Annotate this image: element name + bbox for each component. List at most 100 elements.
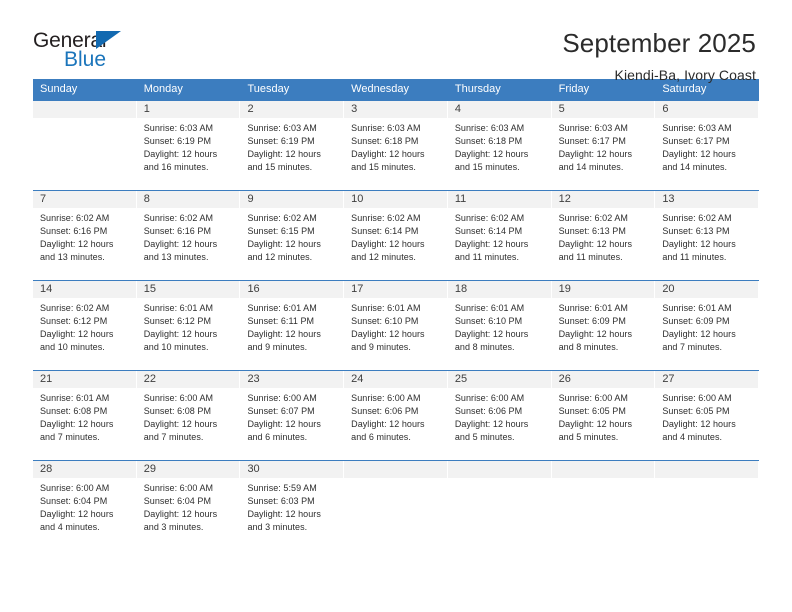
calendar-day-cell[interactable]: 27 Sunrise: 6:00 AM Sunset: 6:05 PM Dayligh… (655, 371, 760, 460)
day-number-band: 6 (655, 101, 759, 118)
calendar-day-cell[interactable]: 20 Sunrise: 6:01 AM Sunset: 6:09 PM Dayligh… (655, 281, 760, 370)
day-detail-line: Sunrise: 6:01 AM (454, 303, 525, 313)
calendar-day-cell[interactable]: 25 Sunrise: 6:00 AM Sunset: 6:06 PM Dayligh… (447, 371, 552, 460)
calendar-day-cell[interactable]: 2 Sunrise: 6:03 AM Sunset: 6:19 PM Daylight… (240, 101, 345, 190)
day-details: Sunrise: 6:01 AM Sunset: 6:09 PM Daylight:… (552, 298, 655, 354)
calendar-day-cell[interactable]: 10 Sunrise: 6:02 AM Sunset: 6:14 PM Dayligh… (344, 191, 448, 280)
calendar-day-cell[interactable]: 6 Sunrise: 6:03 AM Sunset: 6:17 PM Daylight… (655, 101, 760, 190)
calendar-day-cell[interactable]: 12 Sunrise: 6:02 AM Sunset: 6:13 PM Dayligh… (551, 191, 656, 280)
day-number-band: 15 (136, 281, 240, 298)
calendar-day-cell[interactable]: 24 Sunrise: 6:00 AM Sunset: 6:06 PM Dayligh… (344, 371, 448, 460)
calendar-day-cell[interactable]: 14 Sunrise: 6:02 AM Sunset: 6:12 PM Dayligh… (33, 281, 137, 370)
day-number: 24 (351, 373, 364, 385)
day-number-band: 8 (136, 191, 240, 208)
day-detail-line: Sunrise: 6:01 AM (40, 393, 110, 403)
day-number-band: 2 (240, 101, 344, 118)
day-detail-line: Sunset: 6:05 PM (662, 406, 730, 416)
day-detail-line: Sunrise: 6:02 AM (40, 303, 110, 313)
day-details (344, 478, 447, 482)
day-detail-line: and 9 minutes. (351, 342, 411, 352)
day-number: 23 (247, 373, 260, 385)
day-detail-line: and 8 minutes. (558, 342, 619, 352)
day-of-week-header: Sunday (40, 83, 78, 95)
calendar-day-cell[interactable]: 21 Sunrise: 6:01 AM Sunset: 6:08 PM Dayligh… (33, 371, 137, 460)
day-detail-line: Sunset: 6:14 PM (351, 226, 419, 236)
day-number: 15 (143, 283, 156, 295)
day-details: Sunrise: 6:00 AM Sunset: 6:06 PM Daylight:… (448, 388, 551, 444)
day-detail-line: Sunrise: 6:02 AM (662, 213, 732, 223)
day-number: 9 (247, 193, 254, 205)
calendar-day-cell[interactable]: 26 Sunrise: 6:00 AM Sunset: 6:05 PM Dayligh… (551, 371, 656, 460)
day-detail-line: Daylight: 12 hours (351, 329, 425, 339)
calendar-day-cell[interactable]: 11 Sunrise: 6:02 AM Sunset: 6:14 PM Dayligh… (447, 191, 552, 280)
day-number-band: 17 (344, 281, 447, 298)
calendar-day-cell[interactable]: 23 Sunrise: 6:00 AM Sunset: 6:07 PM Dayligh… (240, 371, 345, 460)
day-detail-line: Sunset: 6:16 PM (143, 226, 212, 236)
day-detail-line: and 16 minutes. (143, 162, 209, 172)
day-detail-line: Daylight: 12 hours (662, 149, 736, 159)
calendar-day-cell[interactable]: 4 Sunrise: 6:03 AM Sunset: 6:18 PM Daylight… (447, 101, 552, 190)
day-detail-line: Sunset: 6:15 PM (247, 226, 315, 236)
day-detail-line: Sunset: 6:09 PM (558, 316, 626, 326)
day-number: 19 (558, 283, 571, 295)
calendar-day-cell[interactable]: 17 Sunrise: 6:01 AM Sunset: 6:10 PM Dayligh… (344, 281, 448, 370)
calendar-day-cell[interactable]: 1 Sunrise: 6:03 AM Sunset: 6:19 PM Daylight… (136, 101, 241, 190)
calendar-day-cell[interactable]: 8 Sunrise: 6:02 AM Sunset: 6:16 PM Daylight… (136, 191, 241, 280)
day-detail-line: Daylight: 12 hours (558, 239, 633, 249)
calendar-day-cell-empty (551, 461, 656, 550)
day-detail-line: Daylight: 12 hours (351, 149, 425, 159)
day-details: Sunrise: 5:59 AM Sunset: 6:03 PM Daylight:… (240, 478, 343, 534)
calendar-day-cell[interactable]: 13 Sunrise: 6:02 AM Sunset: 6:13 PM Dayligh… (655, 191, 760, 280)
day-details: Sunrise: 6:02 AM Sunset: 6:13 PM Daylight:… (552, 208, 655, 264)
day-detail-line: Sunset: 6:08 PM (143, 406, 212, 416)
calendar-day-cell[interactable]: 28 Sunrise: 6:00 AM Sunset: 6:04 PM Dayligh… (33, 461, 137, 550)
day-number-band: 14 (33, 281, 136, 298)
day-number: 21 (40, 373, 53, 385)
day-details: Sunrise: 6:00 AM Sunset: 6:04 PM Daylight:… (137, 478, 240, 534)
day-of-week-header: Monday (143, 83, 183, 95)
day-number: 12 (558, 193, 571, 205)
day-number-band: 4 (447, 101, 551, 118)
calendar-day-cell[interactable]: 22 Sunrise: 6:00 AM Sunset: 6:08 PM Dayligh… (136, 371, 241, 460)
day-detail-line: Sunrise: 6:03 AM (662, 123, 732, 133)
day-detail-line: Sunset: 6:05 PM (558, 406, 626, 416)
day-number-band: 22 (136, 371, 240, 388)
calendar-day-cell[interactable]: 18 Sunrise: 6:01 AM Sunset: 6:10 PM Dayligh… (447, 281, 552, 370)
day-detail-line: and 4 minutes. (662, 432, 723, 442)
day-detail-line: Sunrise: 6:03 AM (143, 123, 214, 133)
day-detail-line: Sunrise: 6:02 AM (454, 213, 525, 223)
day-detail-line: Daylight: 12 hours (247, 149, 321, 159)
day-detail-line: and 7 minutes. (662, 342, 723, 352)
day-detail-line: Sunset: 6:04 PM (143, 496, 212, 506)
day-detail-line: Sunset: 6:13 PM (662, 226, 730, 236)
day-detail-line: and 3 minutes. (143, 522, 204, 532)
calendar-week-row: 28 Sunrise: 6:00 AM Sunset: 6:04 PM Dayligh… (33, 460, 760, 550)
day-detail-line: Daylight: 12 hours (40, 509, 114, 519)
day-detail-line: Daylight: 12 hours (558, 329, 633, 339)
calendar-day-cell[interactable]: 16 Sunrise: 6:01 AM Sunset: 6:11 PM Dayligh… (240, 281, 345, 370)
calendar-day-cell[interactable]: 9 Sunrise: 6:02 AM Sunset: 6:15 PM Daylight… (240, 191, 345, 280)
day-detail-line: Daylight: 12 hours (40, 329, 114, 339)
calendar-day-cell[interactable]: 15 Sunrise: 6:01 AM Sunset: 6:12 PM Dayligh… (136, 281, 241, 370)
day-detail-line: Sunset: 6:19 PM (247, 136, 315, 146)
day-detail-line: Sunrise: 6:02 AM (558, 213, 628, 223)
day-detail-line: Sunrise: 6:00 AM (662, 393, 732, 403)
day-detail-line: and 5 minutes. (454, 432, 515, 442)
calendar-day-cell[interactable]: 19 Sunrise: 6:01 AM Sunset: 6:09 PM Dayligh… (551, 281, 656, 370)
day-number-band: 27 (655, 371, 759, 388)
calendar-day-cell[interactable]: 3 Sunrise: 6:03 AM Sunset: 6:18 PM Daylight… (344, 101, 448, 190)
day-number: 25 (454, 373, 468, 385)
calendar-day-cell[interactable]: 5 Sunrise: 6:03 AM Sunset: 6:17 PM Daylight… (551, 101, 656, 190)
day-details: Sunrise: 6:02 AM Sunset: 6:13 PM Daylight:… (655, 208, 758, 264)
calendar-day-cell[interactable]: 30 Sunrise: 5:59 AM Sunset: 6:03 PM Dayligh… (240, 461, 345, 550)
calendar-day-cell[interactable]: 7 Sunrise: 6:02 AM Sunset: 6:16 PM Daylight… (33, 191, 137, 280)
day-details: Sunrise: 6:00 AM Sunset: 6:05 PM Daylight:… (552, 388, 655, 444)
day-details: Sunrise: 6:03 AM Sunset: 6:19 PM Daylight:… (240, 118, 343, 174)
calendar-day-cell[interactable]: 29 Sunrise: 6:00 AM Sunset: 6:04 PM Dayligh… (136, 461, 241, 550)
day-detail-line: Daylight: 12 hours (247, 509, 321, 519)
day-detail-line: Sunset: 6:07 PM (247, 406, 315, 416)
day-details: Sunrise: 6:00 AM Sunset: 6:08 PM Daylight:… (137, 388, 240, 444)
calendar-week-row: 21 Sunrise: 6:01 AM Sunset: 6:08 PM Dayligh… (33, 370, 760, 460)
day-detail-line: Sunrise: 6:00 AM (143, 393, 214, 403)
day-number: 4 (454, 103, 461, 115)
